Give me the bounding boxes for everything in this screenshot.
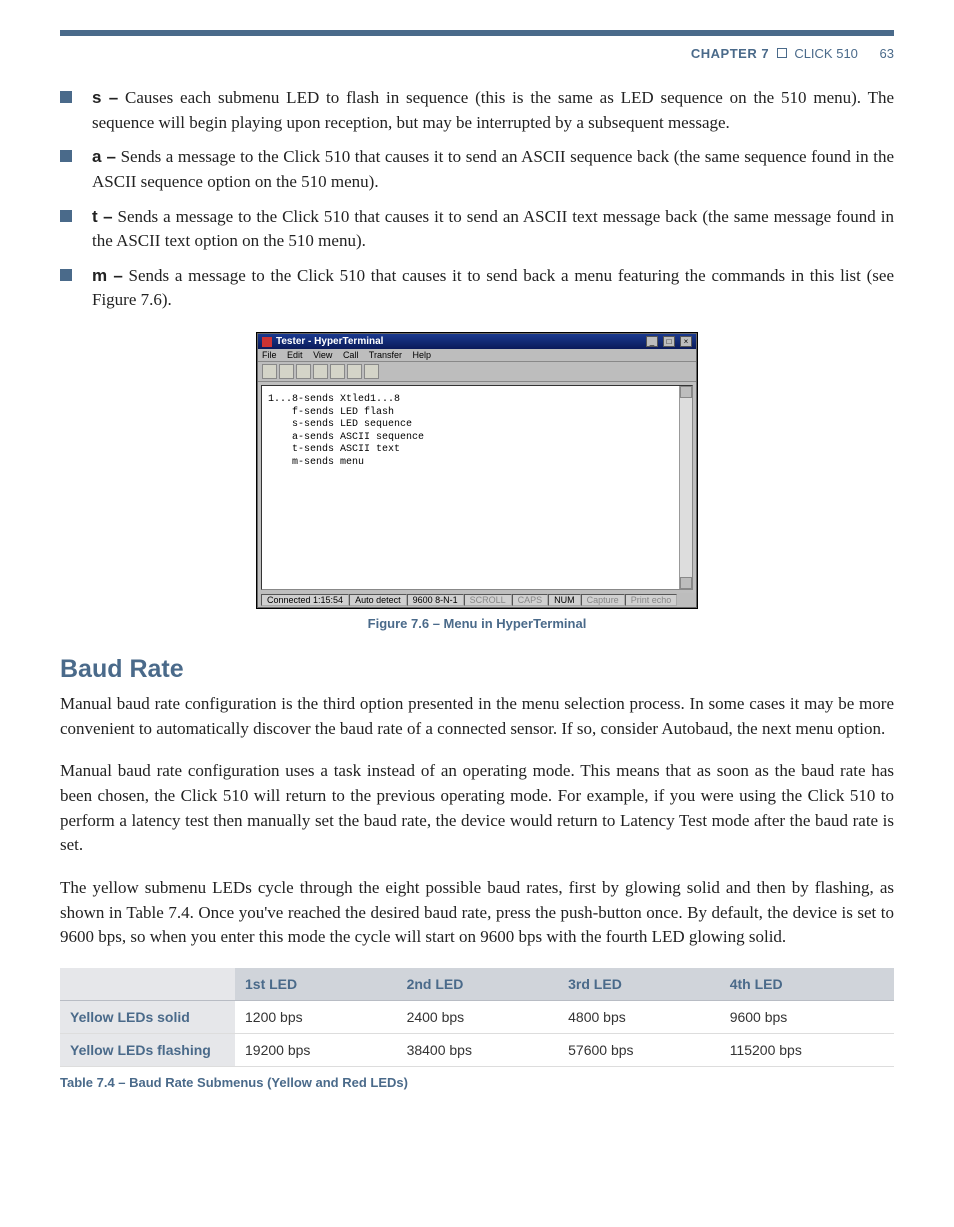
table-header: 1st LED [235, 968, 397, 1001]
toolbar-send-icon[interactable] [330, 364, 345, 379]
table-cell: 38400 bps [397, 1033, 559, 1066]
minimize-button[interactable]: _ [646, 336, 658, 347]
table-header-empty [60, 968, 235, 1001]
command-key: t – [92, 207, 113, 226]
page-header: CHAPTER 7 CLICK 510 63 [60, 46, 894, 61]
table-cell: 9600 bps [720, 1000, 894, 1033]
hyperterminal-figure: Tester - HyperTerminal _ □ × File Edit V… [60, 333, 894, 608]
square-bullet-icon [60, 150, 72, 162]
app-icon [262, 337, 272, 347]
chapter-title: CLICK 510 [794, 46, 858, 61]
body-paragraph: Manual baud rate configuration is the th… [60, 692, 894, 741]
square-bullet-icon [60, 210, 72, 222]
toolbar-receive-icon[interactable] [347, 364, 362, 379]
terminal-line: 1...8-sends Xtled1...8 [268, 394, 400, 405]
status-capture: Capture [581, 594, 625, 606]
close-button[interactable]: × [680, 336, 692, 347]
menu-view[interactable]: View [313, 350, 332, 360]
chapter-label: CHAPTER 7 [691, 46, 769, 61]
terminal-line: m-sends menu [268, 457, 364, 468]
window-titlebar: Tester - HyperTerminal _ □ × [258, 334, 696, 349]
hyperterminal-window: Tester - HyperTerminal _ □ × File Edit V… [257, 333, 697, 608]
command-item: s – Causes each submenu LED to flash in … [60, 86, 894, 135]
command-list: s – Causes each submenu LED to flash in … [60, 86, 894, 313]
terminal-line: a-sends ASCII sequence [268, 432, 424, 443]
table-header: 3rd LED [558, 968, 720, 1001]
menu-help[interactable]: Help [413, 350, 432, 360]
command-item: a – Sends a message to the Click 510 tha… [60, 145, 894, 194]
header-separator-icon [777, 48, 787, 58]
toolbar-new-icon[interactable] [262, 364, 277, 379]
table-cell: 4800 bps [558, 1000, 720, 1033]
table-row: Yellow LEDs flashing 19200 bps 38400 bps… [60, 1033, 894, 1066]
menu-edit[interactable]: Edit [287, 350, 303, 360]
toolbar [258, 362, 696, 382]
command-item: t – Sends a message to the Click 510 tha… [60, 205, 894, 254]
status-params: 9600 8-N-1 [407, 594, 464, 606]
page-content: CHAPTER 7 CLICK 510 63 s – Causes each s… [0, 0, 954, 1130]
command-text: Causes each submenu LED to flash in sequ… [92, 88, 894, 132]
maximize-button[interactable]: □ [663, 336, 675, 347]
table-header-row: 1st LED 2nd LED 3rd LED 4th LED [60, 968, 894, 1001]
toolbar-open-icon[interactable] [279, 364, 294, 379]
table-header: 2nd LED [397, 968, 559, 1001]
command-text: Sends a message to the Click 510 that ca… [92, 147, 894, 191]
toolbar-props-icon[interactable] [364, 364, 379, 379]
table-header: 4th LED [720, 968, 894, 1001]
menu-call[interactable]: Call [343, 350, 359, 360]
terminal-line: t-sends ASCII text [268, 444, 400, 455]
toolbar-hangup-icon[interactable] [313, 364, 328, 379]
row-label: Yellow LEDs flashing [60, 1033, 235, 1066]
command-key: m – [92, 266, 123, 285]
square-bullet-icon [60, 269, 72, 281]
table-cell: 115200 bps [720, 1033, 894, 1066]
status-detect: Auto detect [349, 594, 407, 606]
terminal-output[interactable]: 1...8-sends Xtled1...8 f-sends LED flash… [261, 385, 693, 590]
scroll-up-icon[interactable] [680, 386, 692, 398]
figure-caption: Figure 7.6 – Menu in HyperTerminal [60, 616, 894, 631]
square-bullet-icon [60, 91, 72, 103]
command-text: Sends a message to the Click 510 that ca… [92, 266, 894, 310]
scroll-down-icon[interactable] [680, 577, 692, 589]
menu-file[interactable]: File [262, 350, 277, 360]
status-bar: Connected 1:15:54 Auto detect 9600 8-N-1… [258, 593, 696, 607]
table-cell: 19200 bps [235, 1033, 397, 1066]
body-paragraph: Manual baud rate configuration uses a ta… [60, 759, 894, 858]
window-title: Tester - HyperTerminal [276, 336, 641, 347]
terminal-line: s-sends LED sequence [268, 419, 412, 430]
command-text: Sends a message to the Click 510 that ca… [92, 207, 894, 251]
status-scroll: SCROLL [464, 594, 512, 606]
body-paragraph: The yellow submenu LEDs cycle through th… [60, 876, 894, 950]
scrollbar[interactable] [679, 386, 692, 589]
table-cell: 2400 bps [397, 1000, 559, 1033]
page-number: 63 [880, 46, 894, 61]
row-label: Yellow LEDs solid [60, 1000, 235, 1033]
menu-transfer[interactable]: Transfer [369, 350, 402, 360]
status-caps: CAPS [512, 594, 549, 606]
terminal-line: f-sends LED flash [268, 407, 394, 418]
table-caption: Table 7.4 – Baud Rate Submenus (Yellow a… [60, 1075, 894, 1090]
table-cell: 1200 bps [235, 1000, 397, 1033]
command-key: a – [92, 147, 116, 166]
status-connected: Connected 1:15:54 [261, 594, 349, 606]
table-row: Yellow LEDs solid 1200 bps 2400 bps 4800… [60, 1000, 894, 1033]
menu-bar: File Edit View Call Transfer Help [258, 349, 696, 362]
header-accent-bar [60, 30, 894, 36]
toolbar-call-icon[interactable] [296, 364, 311, 379]
status-num: NUM [548, 594, 581, 606]
command-key: s – [92, 88, 118, 107]
command-item: m – Sends a message to the Click 510 tha… [60, 264, 894, 313]
table-cell: 57600 bps [558, 1033, 720, 1066]
section-heading: Baud Rate [60, 655, 894, 684]
baud-rate-table: 1st LED 2nd LED 3rd LED 4th LED Yellow L… [60, 968, 894, 1067]
status-printecho: Print echo [625, 594, 678, 606]
